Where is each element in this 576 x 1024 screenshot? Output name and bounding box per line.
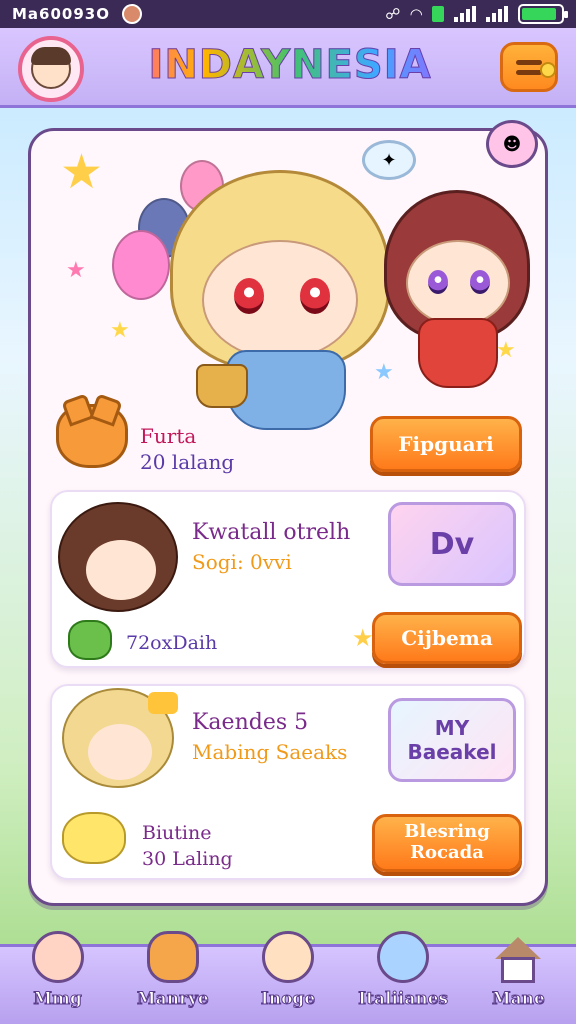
card1-cta-button[interactable]: Cijbema xyxy=(372,612,522,664)
balloon-icon xyxy=(112,230,170,300)
star-icon: ★ xyxy=(352,624,374,652)
hero-pet-name: Furta xyxy=(140,424,197,448)
home-icon xyxy=(495,937,542,983)
star-icon: ★ xyxy=(66,258,86,283)
status-bar: Ma60093O ☍ ◠ xyxy=(0,0,576,28)
hero-pet-sub: 20 lalang xyxy=(140,450,235,474)
signal-icon xyxy=(454,6,476,22)
card2-thumbnail[interactable]: MY Baeakel xyxy=(388,698,516,782)
home-base xyxy=(501,957,536,983)
card1-thumbnail[interactable]: Dv xyxy=(388,502,516,586)
app-header: INDAYNESIA xyxy=(0,28,576,108)
brown-hair-girl-face xyxy=(86,540,156,600)
nav-item-inoge[interactable]: Inoge xyxy=(233,931,343,1024)
nav-label: Mmg xyxy=(33,989,83,1010)
nav-item-mmg[interactable]: Mmg xyxy=(3,931,113,1024)
star-icon: ★ xyxy=(60,144,104,200)
star-icon: ★ xyxy=(110,318,130,343)
orange-cat-pet-icon xyxy=(56,404,128,468)
character-card-1[interactable]: Kwatall otrelh Sogi: 0vvi 72oxDaih Dv ★ … xyxy=(50,490,526,668)
chat-bubble-icon: ☻ xyxy=(486,120,538,168)
avatar-face-icon xyxy=(31,47,71,89)
card1-subtitle: Sogi: 0vvi xyxy=(192,550,292,574)
card2-footer-line2: 30 Laling xyxy=(142,848,233,870)
blonde-girl-face xyxy=(202,240,358,360)
menu-line-icon xyxy=(516,69,542,75)
green-blob-pet-icon xyxy=(68,620,112,660)
menu-notification-dot xyxy=(540,62,556,78)
bow-icon xyxy=(148,692,178,714)
sim-icon xyxy=(432,6,444,22)
bottom-nav: Mmg Manrye Inoge Italiianes Mane xyxy=(0,931,576,1024)
bear-icon xyxy=(146,931,199,983)
alarm-icon: ☍ xyxy=(385,5,401,23)
eye-icon xyxy=(234,278,264,314)
eye-icon xyxy=(470,270,490,294)
card1-title: Kwatall otrelh xyxy=(192,520,351,545)
chat-bubble-icon: ✦ xyxy=(362,140,416,180)
blonde-boy-face xyxy=(88,724,152,780)
star-icon: ★ xyxy=(374,360,394,385)
red-hair-girl-dress xyxy=(418,318,498,388)
nav-item-mane[interactable]: Mane xyxy=(463,937,573,1024)
basket-icon xyxy=(196,364,248,408)
profile-avatar[interactable] xyxy=(18,36,84,102)
eye-icon xyxy=(428,270,448,294)
notification-icon xyxy=(122,4,142,24)
status-time: Ma60093O xyxy=(12,5,110,23)
red-hair-girl-face xyxy=(406,240,510,326)
menu-line-icon xyxy=(516,59,542,65)
card1-footer: 72oxDaih xyxy=(126,632,218,654)
status-icons: ☍ ◠ xyxy=(385,4,568,24)
app-title: INDAYNESIA xyxy=(120,42,460,89)
card2-subtitle: Mabing Saeaks xyxy=(192,740,348,764)
nav-label: Manrye xyxy=(136,989,209,1010)
hero-cta-button[interactable]: Fipguari xyxy=(370,416,522,472)
nav-item-italiianes[interactable]: Italiianes xyxy=(348,931,458,1024)
card2-title: Kaendes 5 xyxy=(192,710,309,735)
home-roof xyxy=(495,937,542,959)
card2-thumb-text: MY Baeakel xyxy=(407,716,497,764)
card2-footer-line1: Biutine xyxy=(142,822,212,844)
nav-label: Inoge xyxy=(260,989,316,1010)
boy-avatar-icon xyxy=(261,931,314,983)
signal2-icon xyxy=(486,6,508,22)
nav-label: Mane xyxy=(491,989,545,1010)
battery-icon xyxy=(518,4,568,24)
card1-thumb-text: Dv xyxy=(429,526,475,562)
nav-label: Italiianes xyxy=(358,989,449,1010)
eye-icon xyxy=(300,278,330,314)
character-card-2[interactable]: Kaendes 5 Mabing Saeaks Biutine 30 Lalin… xyxy=(50,684,526,880)
girl-avatar-icon xyxy=(31,931,84,983)
card2-cta-button[interactable]: Blesring Rocada xyxy=(372,814,522,872)
nav-item-manrye[interactable]: Manrye xyxy=(118,931,228,1024)
ghost-icon xyxy=(377,931,430,983)
battery-level xyxy=(522,8,557,20)
wifi-icon: ◠ xyxy=(410,5,422,23)
yellow-blob-pet-icon xyxy=(62,812,126,864)
star-icon: ★ xyxy=(496,338,516,363)
